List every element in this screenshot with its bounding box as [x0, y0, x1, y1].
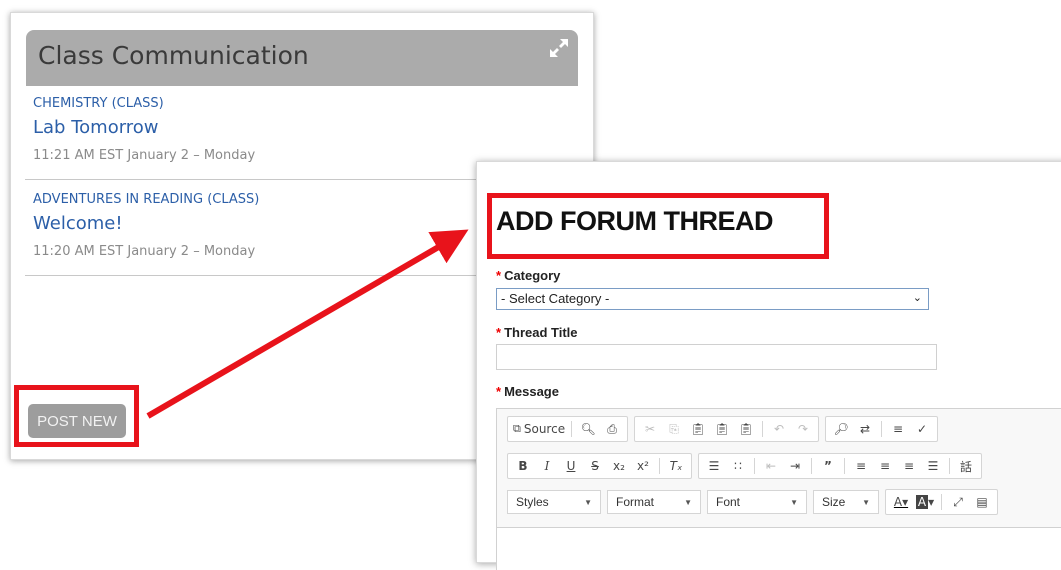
- source-button[interactable]: ⧉ Source: [513, 419, 565, 439]
- toolbar-separator: [844, 458, 845, 474]
- divider: [25, 275, 485, 276]
- bulleted-list-icon[interactable]: ∷: [728, 456, 748, 476]
- size-dropdown-label: Size: [822, 495, 846, 509]
- toolbar-separator: [571, 421, 573, 437]
- chevron-down-icon: ⌄: [912, 292, 922, 304]
- editor-content-area[interactable]: [497, 527, 1061, 570]
- align-center-icon[interactable]: ≡: [875, 456, 895, 476]
- italic-icon[interactable]: I: [537, 456, 557, 476]
- toolbar-separator: [754, 458, 755, 474]
- post-new-highlight-box: [14, 385, 139, 447]
- message-title-link[interactable]: Lab Tomorrow: [33, 117, 553, 138]
- message-item[interactable]: CHEMISTRY (CLASS) Lab Tomorrow 11:21 AM …: [33, 96, 553, 163]
- message-label-text: Message: [504, 384, 559, 399]
- dropdown-arrow-icon: ▼: [584, 497, 592, 507]
- message-item[interactable]: ADVENTURES IN READING (CLASS) Welcome! 1…: [33, 192, 553, 259]
- toolbar-separator: [949, 458, 950, 474]
- preview-icon[interactable]: 🔍︎: [578, 419, 598, 439]
- message-class-name[interactable]: CHEMISTRY (CLASS): [33, 96, 553, 111]
- select-all-icon[interactable]: ≡: [888, 419, 908, 439]
- thread-title-input[interactable]: [496, 344, 937, 370]
- category-select-value: - Select Category -: [501, 291, 610, 306]
- toolbar-separator: [941, 494, 942, 510]
- dropdown-arrow-icon: ▼: [790, 497, 798, 507]
- category-label: * Category: [496, 268, 560, 283]
- subscript-icon[interactable]: x₂: [609, 456, 629, 476]
- format-dropdown-label: Format: [616, 495, 655, 509]
- redo-icon[interactable]: ↷: [793, 419, 813, 439]
- print-icon[interactable]: ⎙: [602, 419, 622, 439]
- clipboard-group: ✂ ⎘ 📋︎ 📋︎ 📋︎ ↶ ↷: [634, 416, 820, 442]
- editor-toolbar-row: B I U S x₂ x² Tₓ ☰ ∷ ⇤ ⇥ ” ≡ ≡ ≡ ☰ 話: [507, 453, 988, 479]
- toolbar-separator: [762, 421, 764, 437]
- align-left-icon[interactable]: ≡: [851, 456, 871, 476]
- paragraph-group: ☰ ∷ ⇤ ⇥ ” ≡ ≡ ≡ ☰ 話: [698, 453, 982, 479]
- thread-title-label: * Thread Title: [496, 325, 578, 340]
- outdent-icon[interactable]: ⇤: [761, 456, 781, 476]
- numbered-list-icon[interactable]: ☰: [704, 456, 724, 476]
- font-dropdown[interactable]: Font ▼: [707, 490, 807, 514]
- message-timestamp: 11:20 AM EST January 2 – Monday: [33, 244, 256, 259]
- text-style-group: B I U S x₂ x² Tₓ: [507, 453, 692, 479]
- replace-icon[interactable]: ⇄: [855, 419, 875, 439]
- thread-title-label-text: Thread Title: [504, 325, 578, 340]
- divider: [25, 179, 485, 180]
- styles-dropdown-label: Styles: [516, 495, 549, 509]
- background-color-icon[interactable]: A ▾: [915, 492, 935, 512]
- editor-toolbar-row: ⧉ Source 🔍︎ ⎙ ✂ ⎘ 📋︎ 📋︎ 📋︎ ↶ ↷ 🔎︎ ⇄ ≡ ✓: [507, 416, 944, 442]
- add-forum-thread-panel: ADD FORUM THREAD * Category - Select Cate…: [476, 161, 1061, 570]
- message-timestamp: 11:21 AM EST January 2 – Monday: [33, 148, 256, 163]
- spellcheck-icon[interactable]: ✓: [912, 419, 932, 439]
- required-marker: *: [496, 384, 502, 399]
- title-highlight-box: [487, 193, 829, 259]
- undo-icon[interactable]: ↶: [769, 419, 789, 439]
- message-class-name[interactable]: ADVENTURES IN READING (CLASS): [33, 192, 553, 207]
- required-marker: *: [496, 325, 502, 340]
- justify-icon[interactable]: ☰: [923, 456, 943, 476]
- font-dropdown-label: Font: [716, 495, 741, 509]
- dropdown-arrow-icon: ▼: [862, 497, 870, 507]
- find-group: 🔎︎ ⇄ ≡ ✓: [825, 416, 939, 442]
- language-icon[interactable]: 話: [956, 456, 976, 476]
- bold-icon[interactable]: B: [513, 456, 533, 476]
- category-label-text: Category: [504, 268, 561, 283]
- panel-header: Class Communication: [26, 30, 578, 86]
- paste-text-icon[interactable]: 📋︎: [712, 419, 732, 439]
- show-blocks-icon[interactable]: ▤: [972, 492, 992, 512]
- source-icon: ⧉: [513, 422, 521, 435]
- dropdown-arrow-icon: ▼: [684, 497, 692, 507]
- color-group: A▾ A ▾ ⤢ ▤: [885, 489, 998, 515]
- align-right-icon[interactable]: ≡: [899, 456, 919, 476]
- editor-toolbar-row: Styles ▼ Format ▼ Font ▼ Size ▼ A▾ A ▾ ⤢ ▤: [507, 489, 1004, 515]
- format-dropdown[interactable]: Format ▼: [607, 490, 701, 514]
- copy-icon[interactable]: ⎘: [664, 419, 684, 439]
- size-dropdown[interactable]: Size ▼: [813, 490, 879, 514]
- styles-dropdown[interactable]: Styles ▼: [507, 490, 601, 514]
- toolbar-separator: [659, 458, 660, 474]
- text-color-icon[interactable]: A▾: [891, 492, 911, 512]
- category-select[interactable]: - Select Category - ⌄: [496, 288, 929, 310]
- panel-title: Class Communication: [38, 41, 309, 70]
- required-marker: *: [496, 268, 502, 283]
- message-label: * Message: [496, 384, 559, 399]
- toolbar-separator: [811, 458, 812, 474]
- paste-icon[interactable]: 📋︎: [688, 419, 708, 439]
- blockquote-icon[interactable]: ”: [818, 456, 838, 476]
- paste-word-icon[interactable]: 📋︎: [736, 419, 756, 439]
- find-icon[interactable]: 🔎︎: [831, 419, 851, 439]
- cut-icon[interactable]: ✂: [640, 419, 660, 439]
- source-label: Source: [523, 422, 566, 436]
- remove-format-icon[interactable]: Tₓ: [666, 456, 686, 476]
- source-group: ⧉ Source 🔍︎ ⎙: [507, 416, 629, 442]
- underline-icon[interactable]: U: [561, 456, 581, 476]
- maximize-icon[interactable]: ⤢: [948, 492, 968, 512]
- indent-icon[interactable]: ⇥: [785, 456, 805, 476]
- toolbar-separator: [881, 421, 883, 437]
- strikethrough-icon[interactable]: S: [585, 456, 605, 476]
- message-title-link[interactable]: Welcome!: [33, 213, 553, 234]
- expand-icon[interactable]: [548, 37, 570, 59]
- superscript-icon[interactable]: x²: [633, 456, 653, 476]
